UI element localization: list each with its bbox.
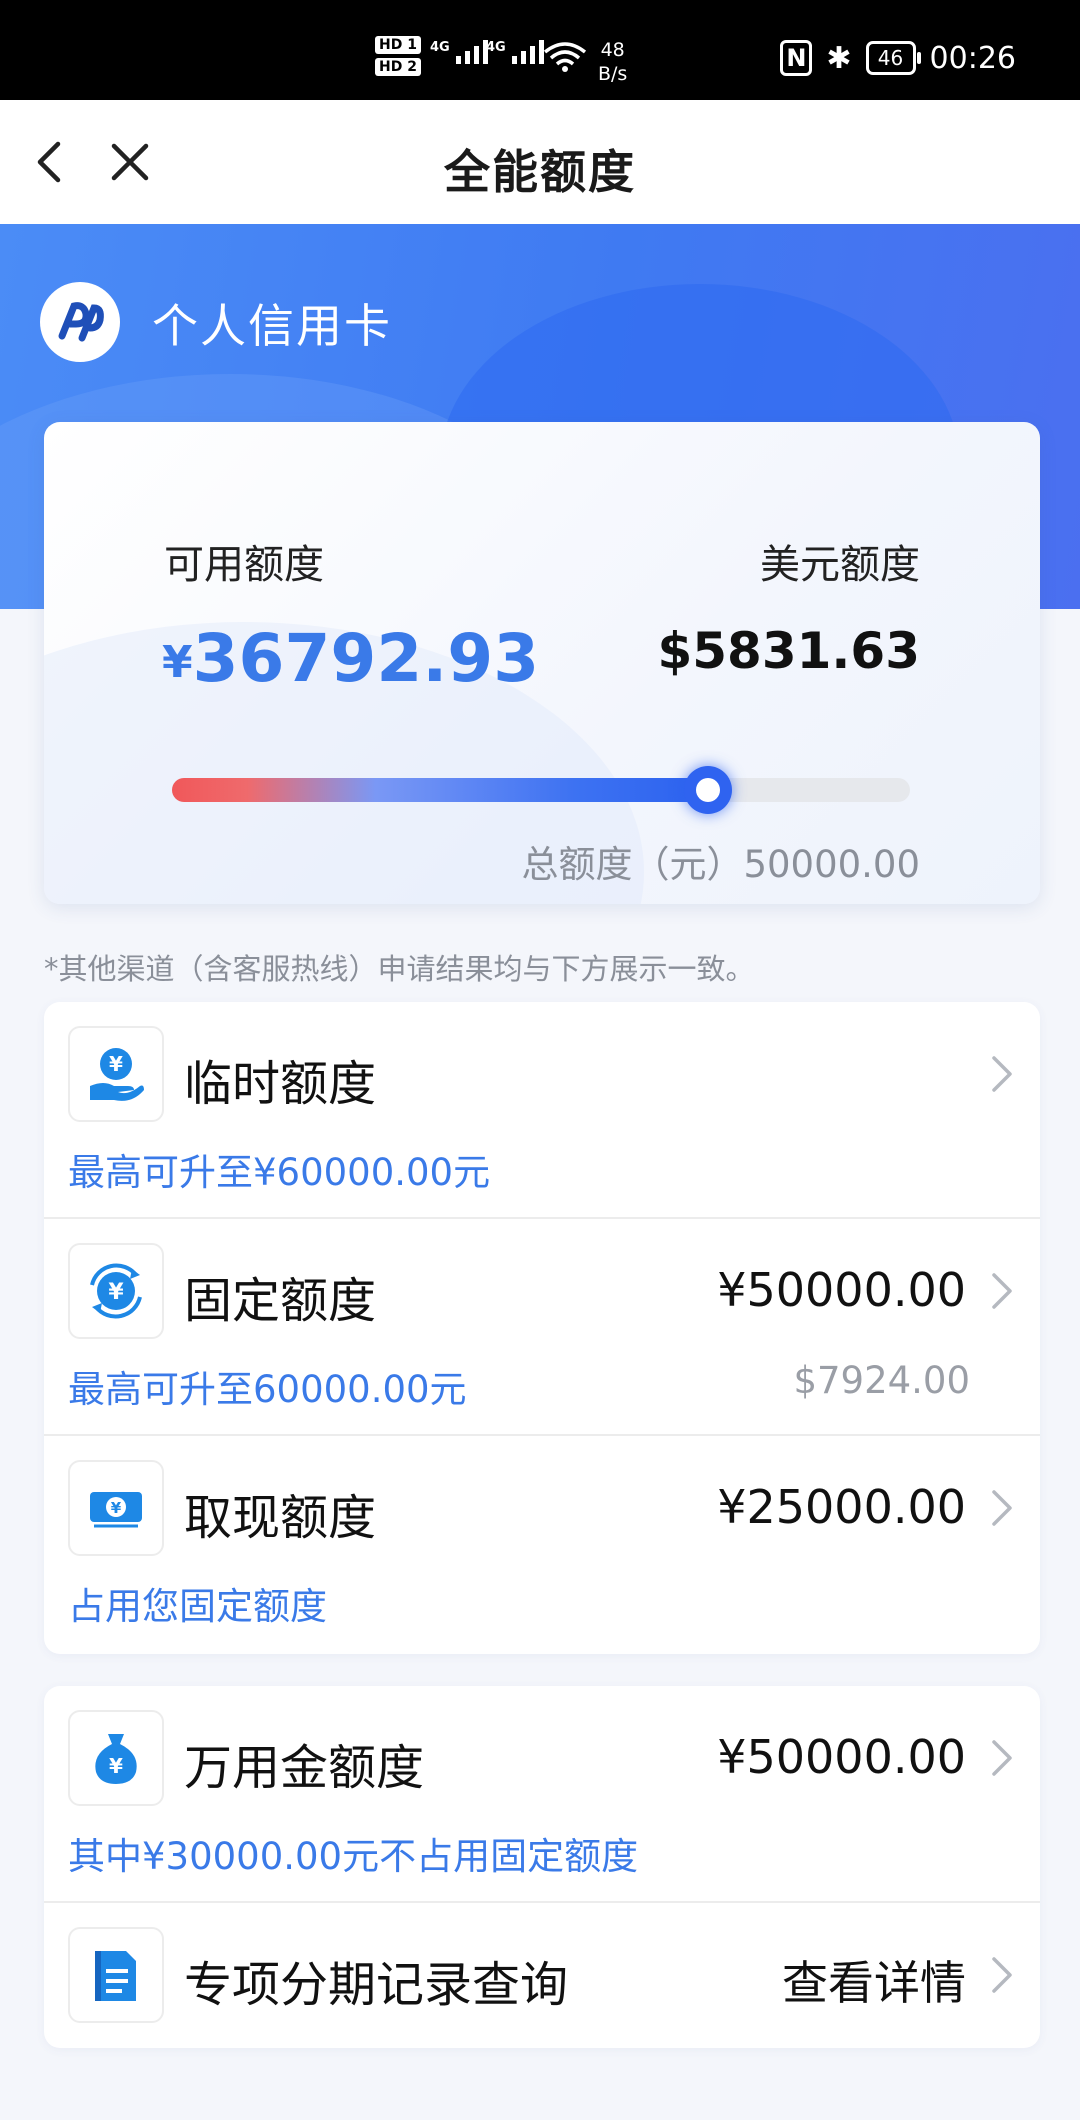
sim2-badge: HD 2 xyxy=(375,58,421,76)
usd-limit-label: 美元额度 xyxy=(760,542,920,588)
chevron-right-icon xyxy=(992,1957,1012,1993)
bank-logo-icon xyxy=(40,282,120,362)
chevron-right-icon xyxy=(992,1273,1012,1309)
list-item-installment-records[interactable]: 专项分期记录查询 查看详情 xyxy=(44,1903,1040,2120)
row-usd-value: $7924.00 xyxy=(793,1359,970,1402)
signal-icon: 4G xyxy=(430,40,488,64)
battery-icon: 46 xyxy=(865,41,921,75)
row-title: 取现额度 xyxy=(184,1490,377,1546)
card-type-title: 个人信用卡 xyxy=(152,299,392,353)
sim-indicators: HD 1 HD 2 xyxy=(375,36,421,80)
svg-text:¥: ¥ xyxy=(109,1754,123,1778)
list-item-temporary-limit[interactable]: ¥ 临时额度 最高可升至¥60000.00元 xyxy=(44,1002,1040,1219)
bluetooth-icon: ✱ xyxy=(826,40,852,76)
svg-text:¥: ¥ xyxy=(111,1499,122,1517)
yuan-cycle-icon: ¥ xyxy=(68,1243,164,1339)
usd-limit-value: $5831.63 xyxy=(657,622,920,680)
row-title: 临时额度 xyxy=(184,1056,377,1112)
cash-note-icon: ¥ xyxy=(68,1460,164,1556)
chevron-right-icon xyxy=(992,1740,1012,1776)
limit-usage-bar xyxy=(172,766,910,814)
row-title: 固定额度 xyxy=(184,1273,377,1329)
total-limit: 总额度（元）50000.00 xyxy=(521,843,920,886)
available-limit-label: 可用额度 xyxy=(164,542,324,588)
signal-icon-2: 4G xyxy=(486,40,544,64)
network-speed: 48 B/s xyxy=(598,39,628,85)
money-bag-icon: ¥ xyxy=(68,1710,164,1806)
clock: 00:26 xyxy=(929,40,1016,76)
available-limit-value: ¥36792.93 xyxy=(162,620,540,697)
sim1-badge: HD 1 xyxy=(375,36,421,54)
row-title: 万用金额度 xyxy=(184,1740,425,1796)
row-value: ¥50000.00 xyxy=(717,1263,966,1317)
disclaimer-note: *其他渠道（含客服热线）申请结果均与下方展示一致。 xyxy=(44,952,755,986)
limit-usage-fill xyxy=(172,778,708,802)
hand-yuan-icon: ¥ xyxy=(68,1026,164,1122)
row-subtitle: 最高可升至60000.00元 xyxy=(68,1368,467,1411)
svg-text:¥: ¥ xyxy=(108,1280,124,1305)
list-item-universal-fund[interactable]: ¥ 万用金额度 ¥50000.00 其中¥30000.00元不占用固定额度 xyxy=(44,1686,1040,1903)
page-title: 全能额度 xyxy=(444,145,636,199)
row-subtitle: 最高可升至¥60000.00元 xyxy=(68,1151,491,1194)
credit-limit-card: 可用额度 美元额度 ¥36792.93 $5831.63 总额度（元）50000… xyxy=(44,422,1040,904)
nfc-icon: N xyxy=(780,40,813,76)
row-subtitle: 其中¥30000.00元不占用固定额度 xyxy=(68,1835,639,1878)
limit-usage-knob xyxy=(683,766,732,814)
row-subtitle: 占用您固定额度 xyxy=(68,1585,327,1628)
row-value: ¥25000.00 xyxy=(717,1480,966,1534)
limit-list-card: ¥ 临时额度 最高可升至¥60000.00元 ¥ 固定额度 ¥50000.00 … xyxy=(44,1002,1040,1654)
status-bar: HD 1 HD 2 4G 4G 48 B/s N ✱ 46 00:26 xyxy=(0,0,1080,100)
document-icon xyxy=(68,1927,164,2023)
chevron-right-icon xyxy=(992,1490,1012,1526)
svg-text:¥: ¥ xyxy=(109,1052,123,1076)
chevron-right-icon xyxy=(992,1056,1012,1092)
list-item-cash-limit[interactable]: ¥ 取现额度 ¥25000.00 占用您固定额度 xyxy=(44,1436,1040,1653)
nav-bar: 全能额度 xyxy=(0,100,1080,224)
row-value: ¥50000.00 xyxy=(717,1730,966,1784)
view-details-link[interactable]: 查看详情 xyxy=(782,1947,966,2013)
wifi-icon xyxy=(543,42,587,72)
extra-limit-list-card: ¥ 万用金额度 ¥50000.00 其中¥30000.00元不占用固定额度 专项… xyxy=(44,1686,1040,2048)
row-title: 专项分期记录查询 xyxy=(184,1957,569,2013)
list-item-fixed-limit[interactable]: ¥ 固定额度 ¥50000.00 最高可升至60000.00元 $7924.00 xyxy=(44,1219,1040,1436)
